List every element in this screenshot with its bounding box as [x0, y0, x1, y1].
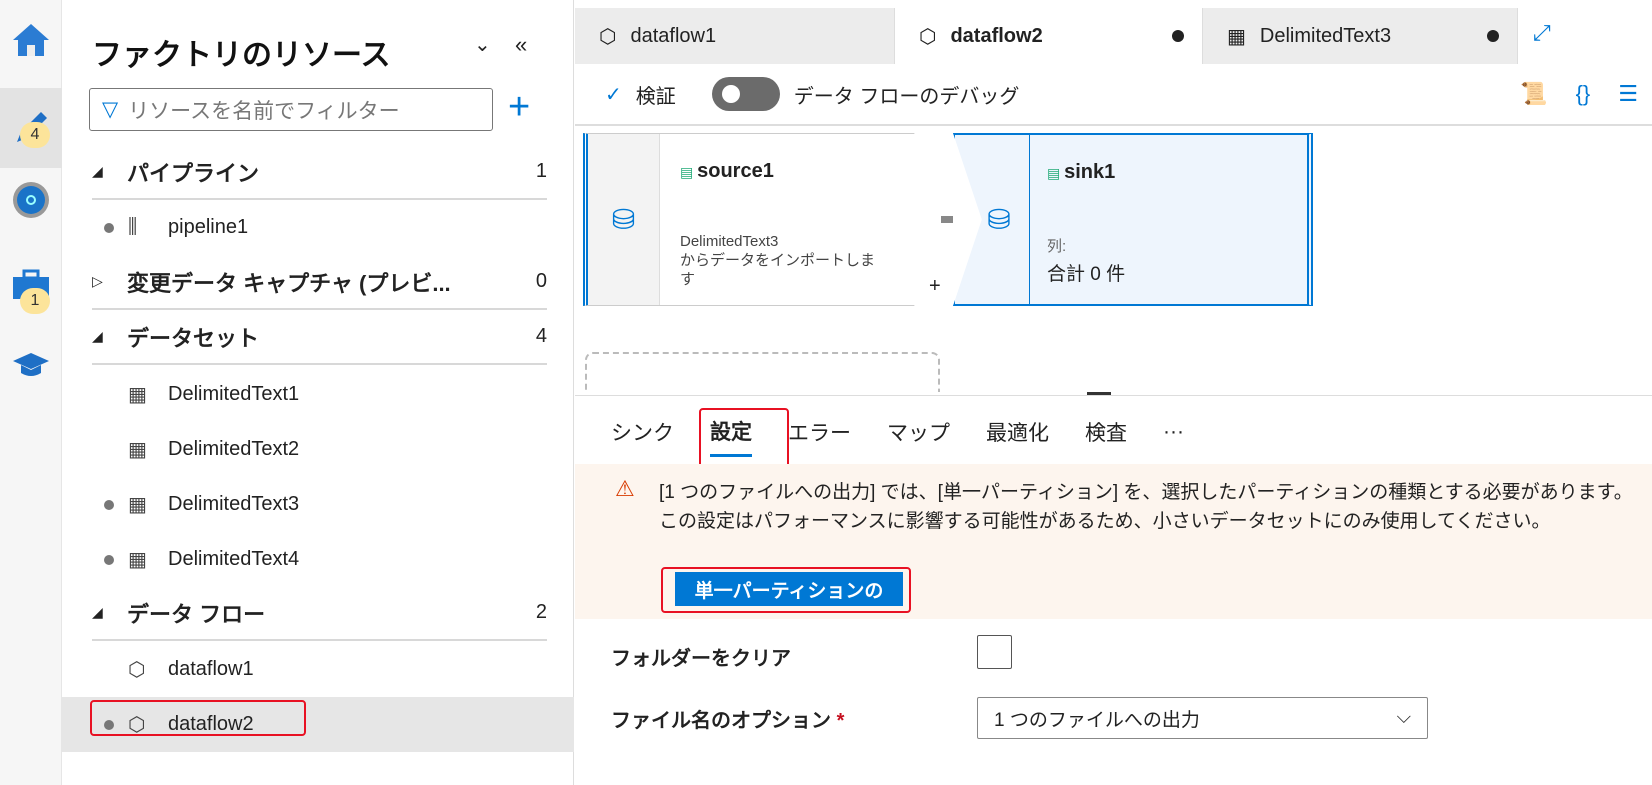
tab-dataflow2[interactable]: ⬡ dataflow2 [895, 8, 1203, 64]
tab-mapping[interactable]: マップ [887, 417, 950, 447]
filter-input[interactable]: ▽ リソースを名前でフィルター [89, 88, 493, 131]
highlight-box [661, 567, 911, 613]
csv-icon: ▤ [680, 164, 698, 180]
dataflow-icon: ⬡ [128, 659, 146, 681]
toolbar: ✓ 検証 データ フローのデバッグ 📜 {} ☰ [575, 64, 1652, 126]
editor: ⬡ dataflow1 ⬡ dataflow2 ▦ DelimitedText3 ⤢ … [575, 0, 1652, 785]
table-icon: ▦ [128, 439, 147, 461]
section-datasets[interactable]: ◢ データセット 4 [92, 310, 547, 365]
sink-db-icon: ⛁ [955, 135, 1030, 304]
properties-icon[interactable]: ☰ [1618, 81, 1638, 107]
list-item[interactable]: ▦ DelimitedText1 [92, 367, 574, 422]
source-description: DelimitedText3 からデータをインポートします [680, 233, 876, 288]
tab-sink[interactable]: シンク [611, 417, 674, 447]
unsaved-dot [1172, 30, 1184, 42]
pipeline-icon: ⫼ [128, 216, 138, 238]
source-name: ▤ source1 [680, 160, 774, 182]
tab-optimize[interactable]: 最適化 [986, 417, 1049, 447]
connector [941, 216, 953, 223]
csv-icon: ▤ [1047, 165, 1065, 181]
placeholder-node [585, 352, 940, 392]
warning-text: [1 つのファイルへの出力] では、[単一パーティション] を、選択したパーティ… [659, 482, 1633, 532]
collapse-panel-icon[interactable]: « [515, 32, 527, 58]
table-icon: ▦ [1227, 25, 1246, 48]
tab-errors[interactable]: エラー [788, 417, 851, 447]
list-item[interactable]: ⬡ dataflow1 [92, 642, 574, 697]
columns-total: 合計 0 件 [1047, 264, 1126, 285]
tab-delimitedtext3[interactable]: ▦ DelimitedText3 [1203, 8, 1518, 64]
clear-folder-checkbox[interactable] [977, 635, 1012, 669]
section-dataflows[interactable]: ◢ データ フロー 2 [92, 586, 547, 641]
table-icon: ▦ [128, 549, 147, 571]
section-cdc[interactable]: ▷ 変更データ キャプチャ (プレビ... 0 [92, 255, 547, 310]
debug-toggle[interactable] [711, 77, 780, 111]
manage-button[interactable]: 1 [0, 245, 62, 325]
warning-icon: ⚠ [615, 476, 635, 501]
sink-name: ▤ sink1 [1047, 161, 1116, 183]
highlight-box [699, 408, 789, 468]
monitor-icon [13, 182, 49, 218]
validate-button[interactable]: 検証 [636, 80, 676, 109]
clear-folder-label: フォルダーをクリア [611, 648, 791, 670]
list-item[interactable]: ⫼ pipeline1 [92, 200, 574, 255]
tab-inspect[interactable]: 検査 [1085, 417, 1127, 447]
required-marker: * [836, 710, 845, 732]
filter-icon: ▽ [102, 98, 119, 121]
add-transform-button[interactable]: + [929, 275, 941, 298]
source-node[interactable]: ⛁ ▤ source1 DelimitedText3 からデータをインポートします [583, 133, 943, 306]
expand-icon[interactable]: ⤢ [1533, 20, 1551, 46]
section-pipelines[interactable]: ◢ パイプライン 1 [92, 145, 547, 200]
dataflow-icon: ⬡ [919, 25, 937, 48]
sink-node[interactable]: ⛁ ▤ sink1 列: 合計 0 件 [953, 133, 1313, 306]
more-tabs-button[interactable]: ··· [1163, 420, 1184, 444]
monitor-button[interactable] [0, 160, 62, 240]
pending-badge: 4 [20, 122, 50, 148]
source-db-icon: ⛁ [588, 134, 660, 305]
columns-label: 列: [1047, 238, 1067, 255]
manage-badge: 1 [20, 288, 50, 314]
learn-button[interactable] [0, 325, 62, 405]
tab-dataflow1[interactable]: ⬡ dataflow1 [575, 8, 895, 64]
factory-resources-panel: ファクトリのリソース ⌄ « ▽ リソースを名前でフィルター + ◢ パイプライン 1… [62, 0, 574, 785]
home-button[interactable] [0, 0, 62, 80]
table-icon: ▦ [128, 384, 147, 406]
chevron-down-icon: ⌵ [1396, 707, 1411, 728]
left-rail: 4 1 [0, 0, 62, 785]
filename-option-select[interactable]: 1 つのファイルへの出力 ⌵ [977, 697, 1428, 739]
list-item[interactable]: ▦ DelimitedText4 [92, 532, 574, 587]
filename-option-label: ファイル名のオプション [611, 710, 831, 732]
add-resource-button[interactable]: + [508, 86, 530, 129]
learn-icon [13, 353, 49, 376]
author-button[interactable]: 4 [0, 88, 62, 168]
warning-banner: ⚠ [1 つのファイルへの出力] では、[単一パーティション] を、選択したパー… [575, 464, 1652, 619]
check-icon: ✓ [605, 83, 622, 106]
table-icon: ▦ [128, 494, 147, 516]
highlight-box [90, 700, 306, 736]
code-icon[interactable]: {} [1576, 81, 1591, 107]
panel-title: ファクトリのリソース [92, 39, 391, 72]
list-item[interactable]: ▦ DelimitedText2 [92, 422, 574, 477]
dataflow-icon: ⬡ [599, 25, 617, 48]
home-icon [13, 24, 49, 56]
list-item[interactable]: ▦ DelimitedText3 [92, 477, 574, 532]
collapse-all-icon[interactable]: ⌄ [474, 32, 491, 57]
unsaved-dot [1487, 30, 1499, 42]
script-icon[interactable]: 📜 [1520, 81, 1547, 107]
